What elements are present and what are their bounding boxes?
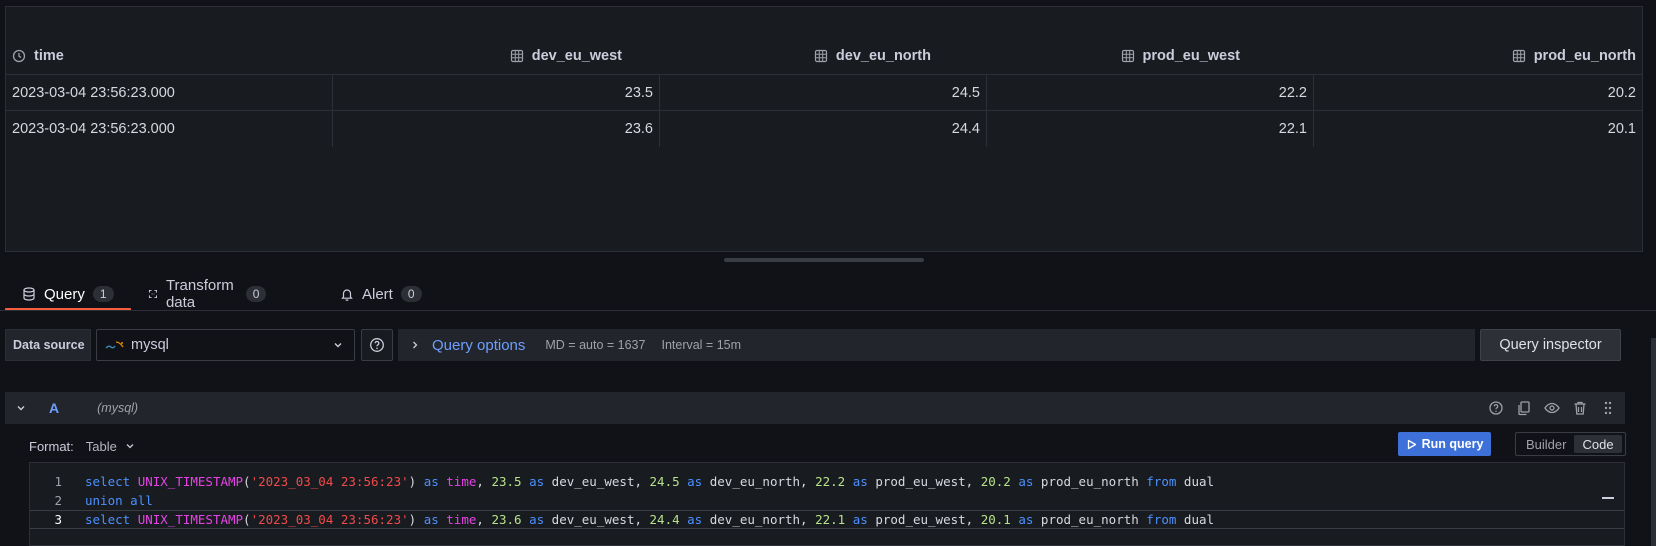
table-cell: 24.4 xyxy=(660,111,987,147)
page-scrollbar[interactable] xyxy=(1651,338,1656,546)
line-number: 2 xyxy=(54,493,62,508)
play-icon xyxy=(1407,439,1416,449)
editor-mode-switch: Builder Code xyxy=(1515,432,1626,456)
tab-label: Query xyxy=(44,285,85,303)
table-column-icon xyxy=(510,49,523,63)
chevron-down-icon xyxy=(334,343,342,348)
table-cell: 23.5 xyxy=(333,75,660,111)
code-line-text[interactable]: select UNIX_TIMESTAMP('2023_03_04 23:56:… xyxy=(85,512,1214,527)
code-mode-option[interactable]: Code xyxy=(1574,435,1622,453)
column-header-label: prod_eu_north xyxy=(1533,48,1636,64)
tab-label: Alert xyxy=(362,285,393,303)
data-source-picker[interactable]: mysql xyxy=(96,329,355,361)
query-editor-view: time dev_eu_west dev_eu_north prod_eu_we… xyxy=(0,0,1656,546)
code-line-text[interactable]: union all xyxy=(85,493,153,508)
tab-count-badge: 0 xyxy=(245,286,267,302)
query-options-toggle[interactable]: Query options MD = auto = 1637 Interval … xyxy=(398,329,1475,361)
table-row: 2023-03-04 23:56:23.000 23.6 24.4 22.1 2… xyxy=(6,111,1642,147)
table-row: 2023-03-04 23:56:23.000 23.5 24.5 22.2 2… xyxy=(6,75,1642,111)
duplicate-query-icon[interactable] xyxy=(1515,399,1533,417)
tab-count-badge: 0 xyxy=(400,286,422,302)
data-source-label: Data source xyxy=(5,329,91,361)
sql-code-editor[interactable]: 1 select UNIX_TIMESTAMP('2023_03_04 23:5… xyxy=(29,462,1625,546)
table-cell: 2023-03-04 23:56:23.000 xyxy=(6,111,333,147)
column-header-prod-eu-north[interactable]: prod_eu_north xyxy=(1251,37,1636,75)
clock-icon xyxy=(12,49,26,63)
query-options-title: Query options xyxy=(432,336,526,354)
table-panel: time dev_eu_west dev_eu_north prod_eu_we… xyxy=(5,6,1643,252)
table-cell: 23.6 xyxy=(333,111,660,147)
line-number: 1 xyxy=(54,474,62,489)
table-cell: 20.2 xyxy=(1607,85,1636,101)
table-header: time dev_eu_west dev_eu_north prod_eu_we… xyxy=(6,37,1642,75)
max-data-points-info: MD = auto = 1637 xyxy=(545,338,646,352)
table-column-icon xyxy=(1512,49,1525,63)
delete-query-trash-icon[interactable] xyxy=(1571,399,1589,417)
format-selector[interactable]: Format: Table xyxy=(29,436,135,456)
data-source-help-button[interactable] xyxy=(361,329,393,361)
table-cell: 22.2 xyxy=(987,75,1314,111)
column-header-label: dev_eu_north xyxy=(835,48,931,64)
drag-handle-icon[interactable] xyxy=(1599,399,1617,417)
editor-minimap-marker xyxy=(1602,497,1614,499)
column-header-label: prod_eu_west xyxy=(1142,48,1241,64)
data-source-value: mysql xyxy=(131,337,169,353)
tab-transform-data[interactable]: Transform data 0 xyxy=(148,277,267,311)
column-header-dev-eu-west[interactable]: dev_eu_west xyxy=(322,37,622,75)
column-header-time[interactable]: time xyxy=(12,37,64,75)
table-cell: 22.1 xyxy=(987,111,1314,147)
interval-info: Interval = 15m xyxy=(661,338,742,352)
toggle-visibility-eye-icon[interactable] xyxy=(1543,399,1561,417)
tab-query[interactable]: Query 1 xyxy=(22,278,114,310)
tab-alert[interactable]: Alert 0 xyxy=(340,278,422,310)
column-header-label: time xyxy=(34,48,64,64)
code-line[interactable]: 2 union all xyxy=(30,491,1624,510)
query-row-actions xyxy=(1487,399,1617,417)
chevron-down-icon[interactable] xyxy=(15,402,27,414)
code-line-text[interactable]: select UNIX_TIMESTAMP('2023_03_04 23:56:… xyxy=(85,474,1214,489)
database-icon xyxy=(23,287,35,301)
chevron-down-icon xyxy=(126,444,134,449)
code-line-current[interactable]: 3 select UNIX_TIMESTAMP('2023_03_04 23:5… xyxy=(30,510,1624,529)
query-help-icon[interactable] xyxy=(1487,399,1505,417)
table-cell: 2023-03-04 23:56:23.000 xyxy=(6,75,333,111)
mysql-logo-icon xyxy=(105,341,124,349)
query-row-datasource: (mysql) xyxy=(97,401,139,415)
column-header-prod-eu-west[interactable]: prod_eu_west xyxy=(941,37,1240,75)
format-value[interactable]: Table xyxy=(86,439,117,454)
tab-label: Transform data xyxy=(165,277,234,311)
query-inspector-button[interactable]: Query inspector xyxy=(1480,329,1621,361)
query-ref-id[interactable]: A xyxy=(49,400,59,416)
query-row-header[interactable]: A (mysql) xyxy=(5,392,1625,424)
table-column-icon xyxy=(1121,49,1134,63)
table-column-icon xyxy=(814,49,828,63)
question-circle-icon xyxy=(370,338,384,352)
tabs-divider xyxy=(0,310,1656,311)
run-query-button[interactable]: Run query xyxy=(1398,432,1491,456)
transform-icon xyxy=(148,289,157,299)
column-header-label: dev_eu_west xyxy=(531,48,622,64)
chevron-right-icon xyxy=(413,341,418,349)
line-number: 3 xyxy=(54,512,62,527)
bell-icon xyxy=(341,289,353,301)
builder-mode-option[interactable]: Builder xyxy=(1518,435,1574,453)
tab-count-badge: 1 xyxy=(92,286,114,302)
code-line[interactable]: 1 select UNIX_TIMESTAMP('2023_03_04 23:5… xyxy=(30,472,1624,491)
format-label: Format: xyxy=(29,438,74,454)
run-query-label: Run query xyxy=(1421,437,1484,451)
table-cell: 20.1 xyxy=(1607,121,1636,137)
panel-resize-handle[interactable] xyxy=(724,258,924,262)
table-cell: 24.5 xyxy=(660,75,987,111)
column-header-dev-eu-north[interactable]: dev_eu_north xyxy=(632,37,931,75)
